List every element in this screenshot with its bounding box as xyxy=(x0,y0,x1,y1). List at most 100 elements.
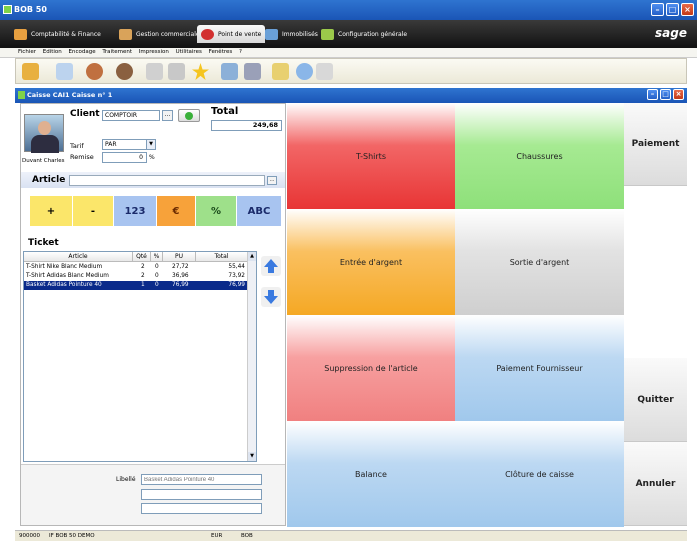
menu-bar: Fichier Edition Encodage Traitement Impr… xyxy=(0,48,697,58)
module-immo[interactable]: Immobilisés xyxy=(261,25,322,43)
calculator-icon[interactable] xyxy=(221,63,238,80)
users-icon[interactable] xyxy=(116,63,133,80)
module-bar: Comptabilité & Finance Gestion commercia… xyxy=(0,20,697,48)
note-icon[interactable] xyxy=(272,63,289,80)
maximize-icon[interactable]: □ xyxy=(660,89,671,100)
menu-encodage[interactable]: Encodage xyxy=(69,49,96,55)
key-abc[interactable]: ABC xyxy=(237,196,281,226)
mail-icon[interactable] xyxy=(316,63,333,80)
module-compta[interactable]: Comptabilité & Finance xyxy=(10,25,105,43)
menu-edition[interactable]: Edition xyxy=(43,49,62,55)
client-name: Duvant Charles xyxy=(22,158,65,164)
libelle-field-3[interactable] xyxy=(141,503,262,514)
copy-icon[interactable] xyxy=(146,63,163,80)
article-field[interactable] xyxy=(69,175,265,186)
ticket-label: Ticket xyxy=(28,238,59,248)
folder-icon[interactable] xyxy=(22,63,39,80)
category-tshirts[interactable]: T-Shirts xyxy=(287,103,455,209)
annuler-button[interactable]: Annuler xyxy=(624,442,687,526)
cell-article: T-Shirt Adidas Blanc Medium xyxy=(26,273,109,279)
category-cloture-caisse[interactable]: Clôture de caisse xyxy=(455,421,624,527)
cell-total: 55,44 xyxy=(228,264,245,270)
libelle-field-2[interactable] xyxy=(141,489,262,500)
tarif-field[interactable]: PAR xyxy=(102,139,147,150)
help-icon[interactable] xyxy=(296,63,313,80)
close-icon[interactable]: × xyxy=(673,89,684,100)
move-down-button[interactable] xyxy=(261,287,281,307)
module-label: Point de vente xyxy=(218,30,262,38)
menu-utilitaires[interactable]: Utilitaires xyxy=(176,49,202,55)
category-chaussures[interactable]: Chaussures xyxy=(455,103,624,209)
caisse-icon xyxy=(18,91,25,99)
module-label: Gestion commerciale xyxy=(136,30,200,38)
remise-field[interactable]: 0 xyxy=(102,152,147,163)
col-pct[interactable]: % xyxy=(151,252,163,262)
user-icon[interactable] xyxy=(86,63,103,80)
cell-pu: 76,99 xyxy=(172,282,189,288)
menu-impression[interactable]: Impression xyxy=(139,49,169,55)
key-euro[interactable]: € xyxy=(157,196,195,226)
tools-icon[interactable] xyxy=(244,63,261,80)
table-row[interactable]: T-Shirt Nike Blanc Medium 2 0 27,72 55,4… xyxy=(24,263,248,272)
client-lookup-button[interactable]: … xyxy=(162,110,173,121)
cell-pu: 27,72 xyxy=(172,264,189,270)
minimize-icon[interactable]: – xyxy=(647,89,658,100)
quitter-button[interactable]: Quitter xyxy=(624,358,687,442)
cell-total: 76,99 xyxy=(228,282,245,288)
tarif-dropdown-icon[interactable]: ▼ xyxy=(146,139,156,150)
key-percent[interactable]: % xyxy=(196,196,236,226)
key-minus[interactable]: - xyxy=(73,196,113,226)
cell-pct: 0 xyxy=(155,264,159,270)
ticket-table[interactable]: Article Qté % PU Total T-Shirt Nike Blan… xyxy=(23,251,257,462)
col-pu[interactable]: PU xyxy=(163,252,196,262)
menu-traitement[interactable]: Traitement xyxy=(102,49,132,55)
maximize-icon[interactable]: □ xyxy=(666,3,679,16)
category-entree-argent[interactable]: Entrée d'argent xyxy=(287,209,455,315)
move-up-button[interactable] xyxy=(261,256,281,276)
menu-fenetres[interactable]: Fenêtres xyxy=(209,49,233,55)
close-icon[interactable]: × xyxy=(681,3,694,16)
col-total[interactable]: Total xyxy=(196,252,248,262)
col-qte[interactable]: Qté xyxy=(133,252,151,262)
client-validate-button[interactable] xyxy=(178,109,200,122)
paste-icon[interactable] xyxy=(168,63,185,80)
minimize-icon[interactable]: – xyxy=(651,3,664,16)
arrow-up-icon xyxy=(264,259,278,273)
menu-fichier[interactable]: Fichier xyxy=(18,49,36,55)
cell-article: Basket Adidas Pointure 40 xyxy=(26,282,102,288)
cell-pct: 0 xyxy=(155,273,159,279)
menu-help[interactable]: ? xyxy=(239,49,242,55)
cell-qte: 1 xyxy=(141,282,145,288)
module-pos[interactable]: Point de vente xyxy=(197,25,266,43)
libelle-field[interactable] xyxy=(141,474,262,485)
article-lookup-button[interactable]: … xyxy=(267,176,277,185)
module-label: Comptabilité & Finance xyxy=(31,30,101,38)
category-suppression-article[interactable]: Suppression de l'article xyxy=(287,315,455,421)
category-sortie-argent[interactable]: Sortie d'argent xyxy=(455,209,624,315)
status-bar: 900000 IF BOB 50 DEMO EUR BOB xyxy=(15,530,687,541)
table-row[interactable]: T-Shirt Adidas Blanc Medium 2 0 36,96 73… xyxy=(24,272,248,281)
key-plus[interactable]: + xyxy=(30,196,72,226)
category-paiement-fournisseur[interactable]: Paiement Fournisseur xyxy=(455,315,624,421)
cell-total: 73,92 xyxy=(228,273,245,279)
table-row-selected[interactable]: Basket Adidas Pointure 40 1 0 76,99 76,9… xyxy=(24,281,248,290)
ticket-scrollbar[interactable]: ▲ ▼ xyxy=(247,252,256,461)
key-numeric[interactable]: 123 xyxy=(114,196,156,226)
cell-qte: 2 xyxy=(141,273,145,279)
app-title: BOB 50 xyxy=(14,5,47,14)
status-app: BOB xyxy=(241,533,253,539)
libelle-label: Libellé xyxy=(116,476,136,483)
star-icon[interactable] xyxy=(192,63,209,80)
category-balance[interactable]: Balance xyxy=(287,421,455,527)
scroll-up-icon[interactable]: ▲ xyxy=(248,252,256,261)
module-gescom[interactable]: Gestion commerciale xyxy=(115,25,204,43)
module-label: Immobilisés xyxy=(282,30,318,38)
scroll-down-icon[interactable]: ▼ xyxy=(248,452,256,461)
client-field[interactable]: COMPTOIR xyxy=(102,110,160,121)
module-config[interactable]: Configuration générale xyxy=(317,25,411,43)
col-article[interactable]: Article xyxy=(24,252,133,262)
paiement-button[interactable]: Paiement xyxy=(624,103,687,186)
side-spacer xyxy=(624,186,687,358)
document-icon[interactable] xyxy=(56,63,73,80)
remise-label: Remise xyxy=(70,153,94,161)
